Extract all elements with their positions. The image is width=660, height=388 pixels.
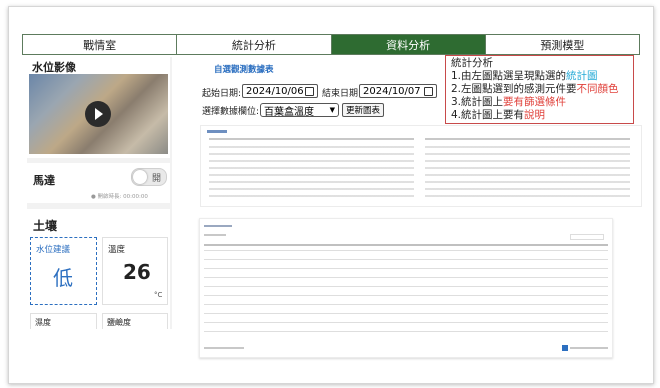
salinity-box: 鹽鹼度 [102,313,168,329]
pagination-bar[interactable] [570,347,608,349]
start-date-value: 2024/10/06 [246,85,304,97]
start-date-input[interactable]: 2024/10/06 [242,84,318,98]
tab-data-analysis[interactable]: 資料分析 [330,34,486,55]
table-header-row [204,244,608,246]
callout-line-2: 2.左圖點選到的感測元件要不同顏色 [451,83,628,96]
table-search-input[interactable] [570,234,604,240]
toggle-label: 開 [151,174,161,184]
callout-highlight: 統計圖 [566,70,598,82]
soil-card: 土壤 水位建議 低 溫度 26 °C 濕度 鹽鹼度 [27,209,170,329]
calendar-icon [305,86,314,96]
end-date-label: 結束日期: [322,89,362,99]
water-advice-box: 水位建議 低 [30,237,97,305]
update-chart-button[interactable]: 更新圖表 [342,103,384,117]
temperature-value: 26 [123,260,151,284]
callout-text: 3.統計圖上 [451,96,504,108]
table-rows [425,146,630,202]
tab-prediction[interactable]: 預測模型 [484,34,640,55]
tab-label: 資料分析 [386,38,431,52]
tab-label: 統計分析 [231,38,276,52]
table-title-bar [207,130,227,133]
table-header-bar [425,138,630,140]
callout-line-3: 3.統計圖上要有篩選條件 [451,96,628,109]
motor-label: 馬達 [33,174,55,187]
tab-statistics[interactable]: 統計分析 [176,34,332,55]
table-info-bar [204,347,244,349]
end-date-value: 2024/10/07 [363,85,421,97]
update-chart-label: 更新圖表 [345,106,380,116]
callout-highlight: 說明 [524,109,546,121]
table-data-rows [204,250,608,338]
start-date-label: 起始日期: [202,89,242,99]
temperature-unit: °C [154,291,163,299]
table-title-bar [204,225,232,227]
observation-data-table-thumbnail [199,218,613,358]
field-select[interactable]: 百葉盒溫度 ▼ [260,103,339,118]
tab-label: 戰情室 [83,38,117,52]
show-entries-bar [204,234,226,236]
table-rows [209,146,414,202]
humidity-label: 濕度 [35,318,51,327]
chevron-down-icon: ▼ [329,106,335,114]
callout-line-1: 1.由左圖點選呈現點選的統計圖 [451,70,628,83]
motor-toggle[interactable]: 開 [131,168,167,186]
toggle-knob [133,170,147,184]
main-tabs: 戰情室 統計分析 資料分析 預測模型 [22,34,640,55]
water-advice-value: 低 [53,266,73,290]
motor-time: ● 開啟時長: 00:00:00 [91,194,148,200]
callout-text: 2.左圖點選到的感測元件要 [451,83,577,95]
salinity-label: 鹽鹼度 [107,318,131,327]
calendar-icon [424,86,433,96]
video-title: 水位影像 [32,61,76,74]
end-date-input[interactable]: 2024/10/07 [359,84,437,98]
play-icon[interactable] [85,101,111,127]
soil-title: 土壤 [33,219,58,233]
field-select-value: 百葉盒溫度 [264,106,314,118]
pagination-active[interactable] [562,345,568,351]
callout-highlight: 要有篩選條件 [503,96,567,108]
table-header-bar [209,138,414,140]
query-title: 自選觀測數據表 [214,65,274,75]
tab-war-room[interactable]: 戰情室 [22,34,178,55]
temperature-box: 溫度 26 °C [102,237,168,305]
water-advice-label: 水位建議 [36,245,71,255]
annotation-callout: 統計分析 1.由左圖點選呈現點選的統計圖 2.左圖點選到的感測元件要不同顏色 3… [445,55,634,124]
tab-label: 預測模型 [540,38,585,52]
callout-text: 4.統計圖上要有 [451,109,525,121]
callout-line-4: 4.統計圖上要有說明 [451,109,628,122]
callout-title: 統計分析 [451,57,493,69]
sensor-threshold-table-thumbnail [200,125,642,207]
humidity-box: 濕度 [30,313,97,329]
field-label: 選擇數據欄位: [202,107,260,117]
callout-text: 1.由左圖點選呈現點選的 [451,70,567,82]
temperature-label: 溫度 [108,245,126,255]
callout-highlight: 不同顏色 [576,83,619,95]
